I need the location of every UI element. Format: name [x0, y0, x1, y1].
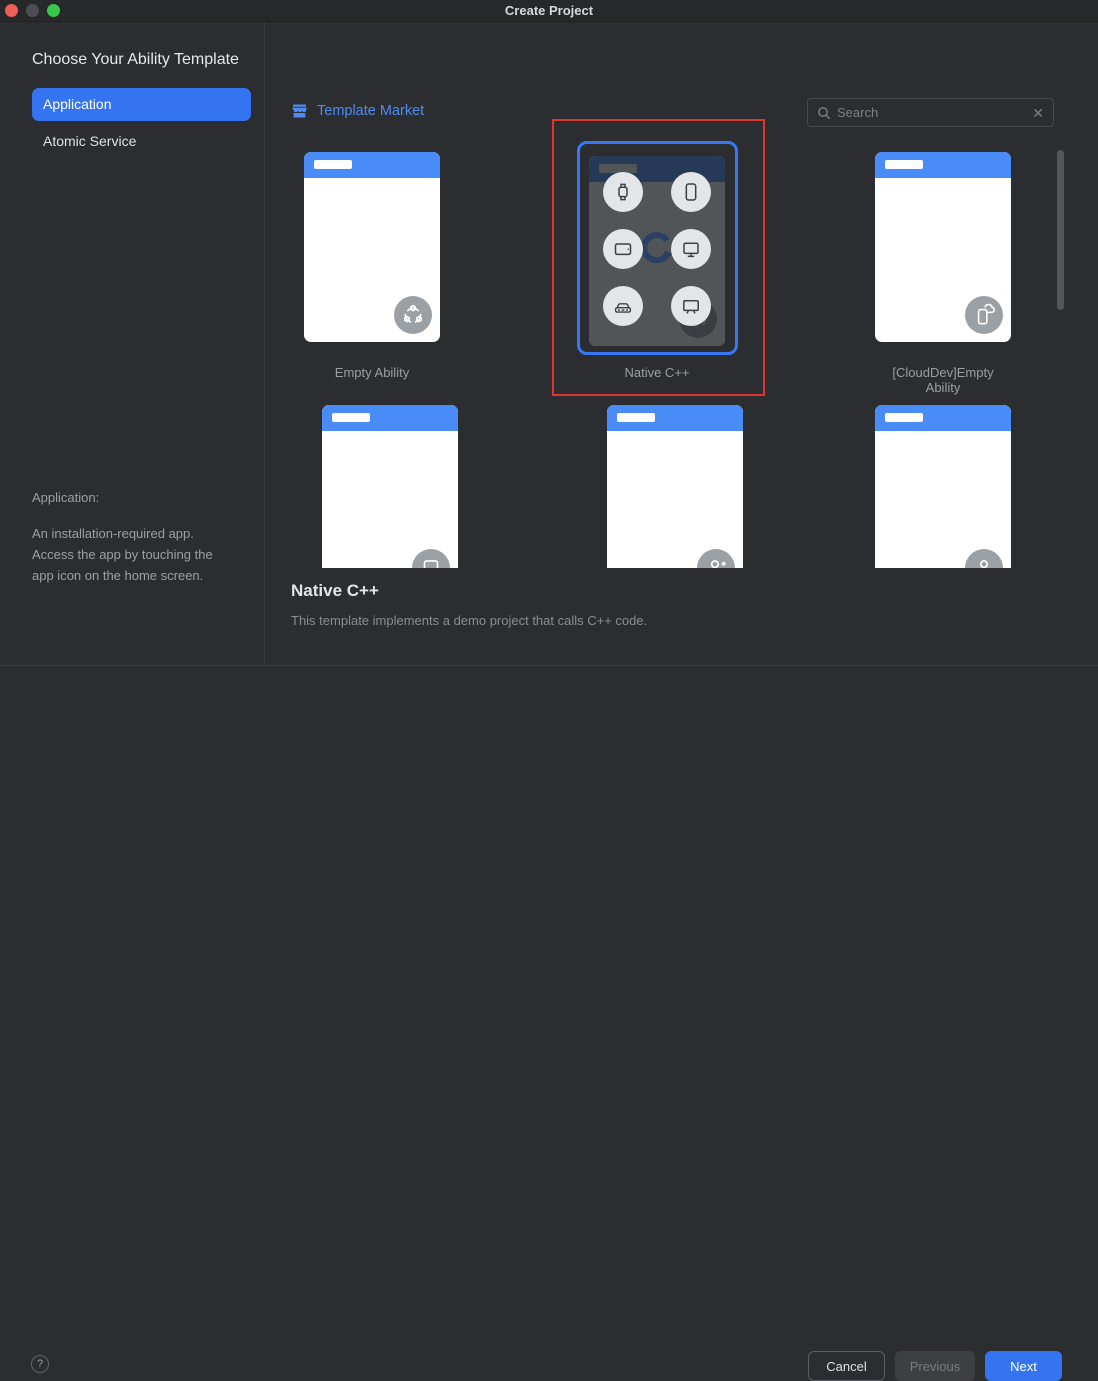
- help-button[interactable]: ?: [31, 1355, 49, 1373]
- sidebar-item-label: Atomic Service: [43, 133, 136, 149]
- template-card-row2[interactable]: [322, 405, 458, 568]
- search-input[interactable]: [837, 105, 1026, 120]
- template-badge-icon: [965, 549, 1003, 568]
- template-name-label: Empty Ability: [304, 365, 440, 380]
- selected-template-title: Native C++: [291, 581, 379, 601]
- card-header: [875, 405, 1011, 431]
- phone-icon: [671, 172, 711, 212]
- search-field[interactable]: ✕: [807, 98, 1054, 127]
- template-badge-icon: [697, 549, 735, 568]
- smart-tv-icon: [671, 286, 711, 326]
- card-header-chip: [617, 413, 655, 422]
- search-icon: [817, 106, 831, 120]
- window-controls: [5, 4, 60, 17]
- watch-icon: [603, 172, 643, 212]
- sidebar-item-application[interactable]: Application: [32, 88, 251, 121]
- dialog-footer: ? Cancel Previous Next: [0, 665, 1098, 720]
- card-header: [304, 152, 440, 178]
- title-bar: Create Project: [0, 0, 1098, 22]
- next-button[interactable]: Next: [985, 1351, 1062, 1381]
- sidebar: Choose Your Ability Template Application…: [0, 22, 265, 665]
- phone-cloud-icon: [965, 296, 1003, 334]
- sidebar-heading: Choose Your Ability Template: [32, 51, 239, 69]
- harmony-ring-icon: [394, 296, 432, 334]
- template-name-label: [CloudDev]Empty Ability: [875, 365, 1011, 395]
- template-badge-icon: [412, 549, 450, 568]
- device-support-overlay: [589, 156, 725, 346]
- card-header: [322, 405, 458, 431]
- template-card-row2[interactable]: [607, 405, 743, 568]
- card-header-chip: [885, 413, 923, 422]
- card-header: [875, 152, 1011, 178]
- template-market-label: Template Market: [317, 103, 424, 119]
- zoom-window-button[interactable]: [47, 4, 60, 17]
- card-header: [607, 405, 743, 431]
- template-card-empty-ability[interactable]: [304, 152, 440, 342]
- close-window-button[interactable]: [5, 4, 18, 17]
- minimize-window-button: [26, 4, 39, 17]
- template-card-clouddev-empty-ability[interactable]: [875, 152, 1011, 342]
- sidebar-item-atomic-service[interactable]: Atomic Service: [32, 125, 251, 158]
- card-header-chip: [885, 160, 923, 169]
- question-mark-icon: ?: [37, 1358, 43, 1370]
- template-type-info: Application: An installation-required ap…: [32, 490, 234, 586]
- selected-template-description: This template implements a demo project …: [291, 613, 647, 628]
- card-header-chip: [314, 160, 352, 169]
- card-header-chip: [332, 413, 370, 422]
- storefront-icon: [291, 103, 308, 119]
- cancel-button[interactable]: Cancel: [808, 1351, 885, 1381]
- sidebar-item-label: Application: [43, 96, 112, 112]
- template-card-row2[interactable]: [875, 405, 1011, 568]
- template-market-link[interactable]: Template Market: [291, 103, 424, 119]
- monitor-icon: [671, 229, 711, 269]
- template-gallery: Template Market ✕: [265, 22, 1098, 665]
- info-body: An installation-required app. Access the…: [32, 523, 234, 586]
- window-title: Create Project: [505, 3, 593, 18]
- clear-search-icon[interactable]: ✕: [1032, 106, 1044, 120]
- vertical-scrollbar-thumb[interactable]: [1057, 150, 1064, 310]
- info-title: Application:: [32, 490, 234, 505]
- car-icon: [603, 286, 643, 326]
- previous-button: Previous: [895, 1351, 975, 1381]
- template-card-native-cpp[interactable]: [589, 156, 725, 346]
- tablet-icon: [603, 229, 643, 269]
- template-name-label: Native C++: [589, 365, 725, 380]
